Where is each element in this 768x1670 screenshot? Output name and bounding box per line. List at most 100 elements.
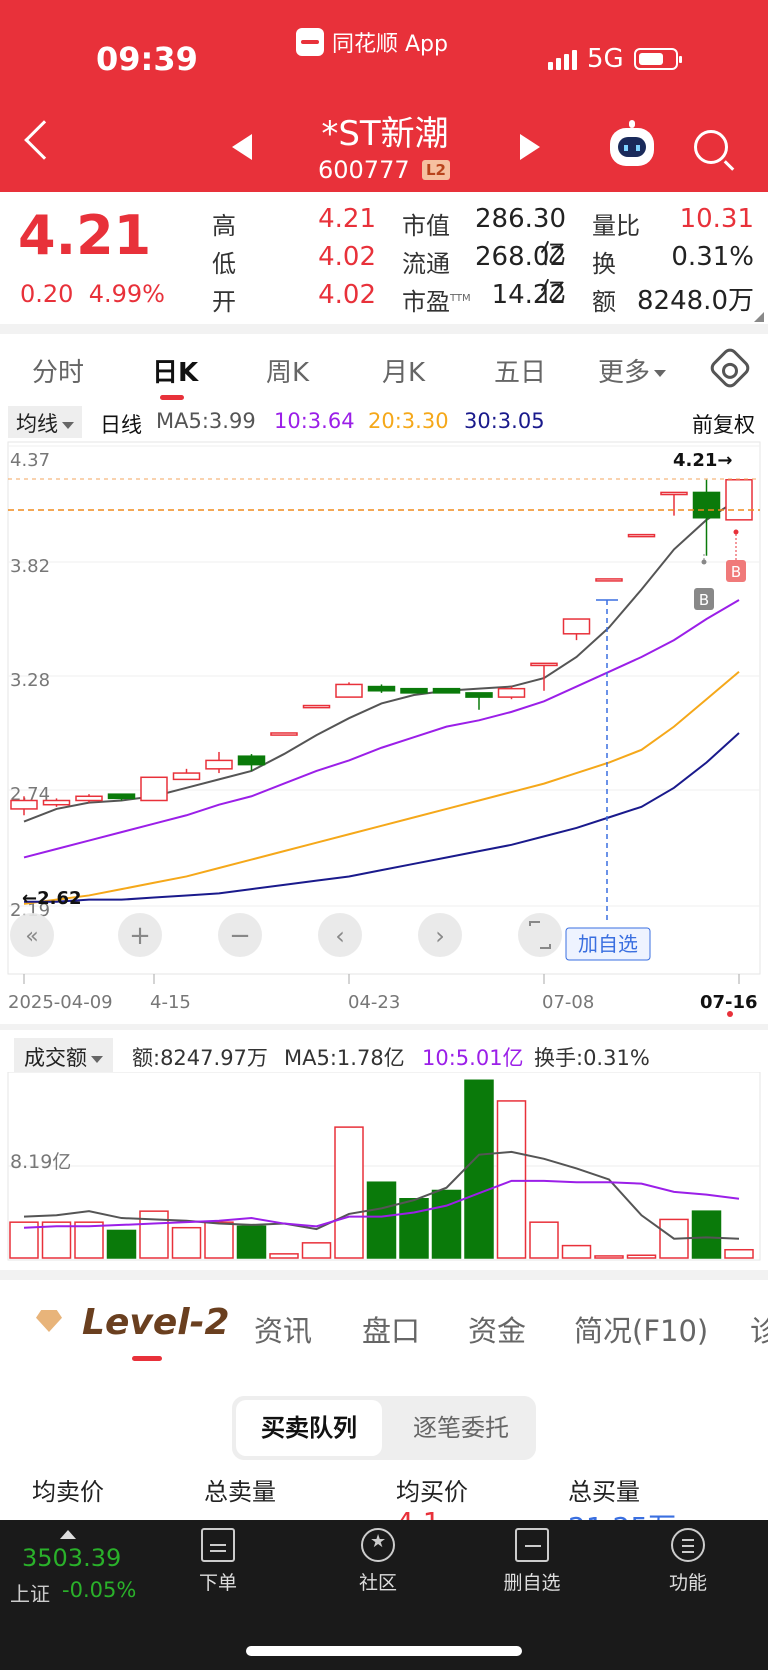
ma5-value: MA5:3.99: [156, 409, 256, 433]
home-indicator: [246, 1646, 522, 1656]
candle: [725, 479, 753, 521]
marker-dot-red: [733, 529, 739, 535]
candle: [335, 682, 363, 698]
turnover-label: 换: [592, 250, 616, 278]
chart-settings-icon[interactable]: [707, 345, 753, 391]
tab-five-day[interactable]: 五日: [494, 352, 546, 389]
battery-icon: [633, 48, 682, 70]
index-change: -0.05%: [62, 1578, 137, 1602]
volume-bar-up: [74, 1221, 104, 1259]
ma30-value: 30:3.05: [464, 409, 545, 433]
tab-intraday[interactable]: 分时: [32, 352, 84, 389]
open-label: 开: [212, 288, 236, 316]
kline-chart[interactable]: 4.373.823.282.742.19 4.21→ ←2.62 加自选 B B…: [0, 438, 768, 1018]
tab-news[interactable]: 资讯: [254, 1308, 312, 1350]
adjust-mode[interactable]: 前复权: [692, 409, 755, 439]
kline-y-tick: 3.82: [10, 556, 50, 577]
volume-turnover: 换手:0.31%: [534, 1046, 650, 1070]
candle: [497, 686, 526, 700]
turnover-value: 0.31%: [671, 242, 754, 272]
volume-amount: 额:8247.97万: [132, 1046, 268, 1070]
chevron-right-icon: ›: [435, 922, 445, 950]
plus-icon: +: [129, 921, 151, 951]
volume-indicator-selector[interactable]: 成交额: [14, 1038, 113, 1072]
nav-community[interactable]: 社区: [328, 1528, 428, 1595]
candle-body-up: [335, 683, 363, 698]
next-stock-icon[interactable]: [520, 134, 540, 160]
segment-order-queue[interactable]: 买卖队列: [236, 1400, 382, 1456]
amount-label: 额: [592, 288, 616, 316]
change-pct: 4.99%: [88, 280, 165, 308]
tab-capital[interactable]: 资金: [468, 1308, 526, 1350]
back-icon[interactable]: [24, 120, 64, 160]
indicator-selector[interactable]: 均线: [8, 406, 82, 438]
change-value: 0.20: [20, 280, 74, 308]
candle-body-up: [725, 479, 753, 521]
prev-stock-icon[interactable]: [232, 134, 252, 160]
volume-bar-down: [106, 1229, 137, 1259]
candle-body-up: [42, 799, 71, 806]
double-left-icon: «: [25, 924, 38, 949]
min-price-label: ←2.62: [22, 888, 82, 909]
community-star-icon: [361, 1528, 395, 1562]
tab-orderbook[interactable]: 盘口: [362, 1308, 420, 1350]
mcap-label: 市值: [402, 212, 450, 240]
index-expand-icon[interactable]: [60, 1530, 76, 1539]
vol-ratio-label: 量比: [592, 212, 640, 240]
volume-bar-down: [366, 1181, 397, 1259]
ma-legend: 均线 日线 MA5:3.99 10:3.64 20:3.30 30:3.05 前…: [8, 406, 760, 438]
fullscreen-button[interactable]: [518, 913, 562, 957]
status-indicators: 5G: [548, 44, 682, 74]
candle: [595, 578, 623, 582]
open-value: 4.02: [318, 280, 376, 310]
network-label: 5G: [587, 44, 624, 74]
expand-corner-icon[interactable]: [754, 312, 764, 322]
kline-x-tick: 04-23: [348, 992, 400, 1013]
nav-place-order[interactable]: 下单: [168, 1528, 268, 1595]
functions-menu-icon: [671, 1528, 705, 1562]
add-watch-label: 加自选: [578, 932, 638, 956]
kline-plot-area: [7, 441, 761, 975]
chevron-down-icon: [62, 421, 74, 429]
volume-bar-up: [496, 1100, 527, 1259]
index-value[interactable]: 3503.39: [22, 1544, 121, 1572]
chart-divider: [0, 1024, 768, 1030]
amount-value: 8248.0万: [637, 286, 754, 316]
nav-place-order-label: 下单: [198, 1572, 237, 1594]
volume-bar-up: [171, 1226, 202, 1259]
level2-logo[interactable]: Level-2: [82, 1302, 230, 1343]
high-label: 高: [212, 212, 236, 240]
chevron-down-icon: [91, 1055, 103, 1063]
nav-remove-watch[interactable]: 删自选: [482, 1528, 582, 1595]
candle-body-down: [432, 687, 461, 694]
tab-diagnosis[interactable]: 诊: [750, 1308, 768, 1350]
volume-bar-down: [236, 1225, 267, 1259]
tab-f10[interactable]: 简况(F10): [574, 1308, 708, 1350]
candle-body-up: [140, 776, 168, 802]
candle-body-up: [497, 687, 526, 698]
candle-body-up: [75, 795, 103, 802]
marker-dot: [701, 559, 707, 565]
candle-body-up: [660, 491, 688, 496]
segment-tick-orders[interactable]: 逐笔委托: [388, 1400, 534, 1456]
volume-chart[interactable]: 8.19亿: [0, 1072, 768, 1262]
search-icon[interactable]: [694, 130, 728, 164]
volume-ma5: MA5:1.78亿: [284, 1046, 405, 1070]
tab-monthly-k[interactable]: 月K: [382, 352, 425, 389]
app-name: 同花顺 App: [332, 32, 448, 57]
tab-weekly-k[interactable]: 周K: [266, 352, 309, 389]
candle-body-down: [400, 687, 428, 694]
app-logo-icon: [296, 28, 324, 56]
candle-body-up: [205, 759, 233, 770]
tab-daily-k[interactable]: 日K: [152, 352, 198, 389]
candle-body-down: [692, 491, 721, 519]
tab-more[interactable]: 更多: [598, 352, 667, 389]
nav-functions[interactable]: 功能: [638, 1528, 738, 1595]
level2-tabs: Level-2 资讯 盘口 资金 简况(F10) 诊: [0, 1296, 768, 1356]
candle: [400, 687, 428, 694]
signal-icon: [548, 48, 577, 70]
nav-community-label: 社区: [358, 1572, 397, 1594]
volume-ma10: 10:5.01亿: [422, 1046, 524, 1070]
candle-body-up: [270, 732, 298, 736]
nav-functions-label: 功能: [668, 1572, 707, 1594]
